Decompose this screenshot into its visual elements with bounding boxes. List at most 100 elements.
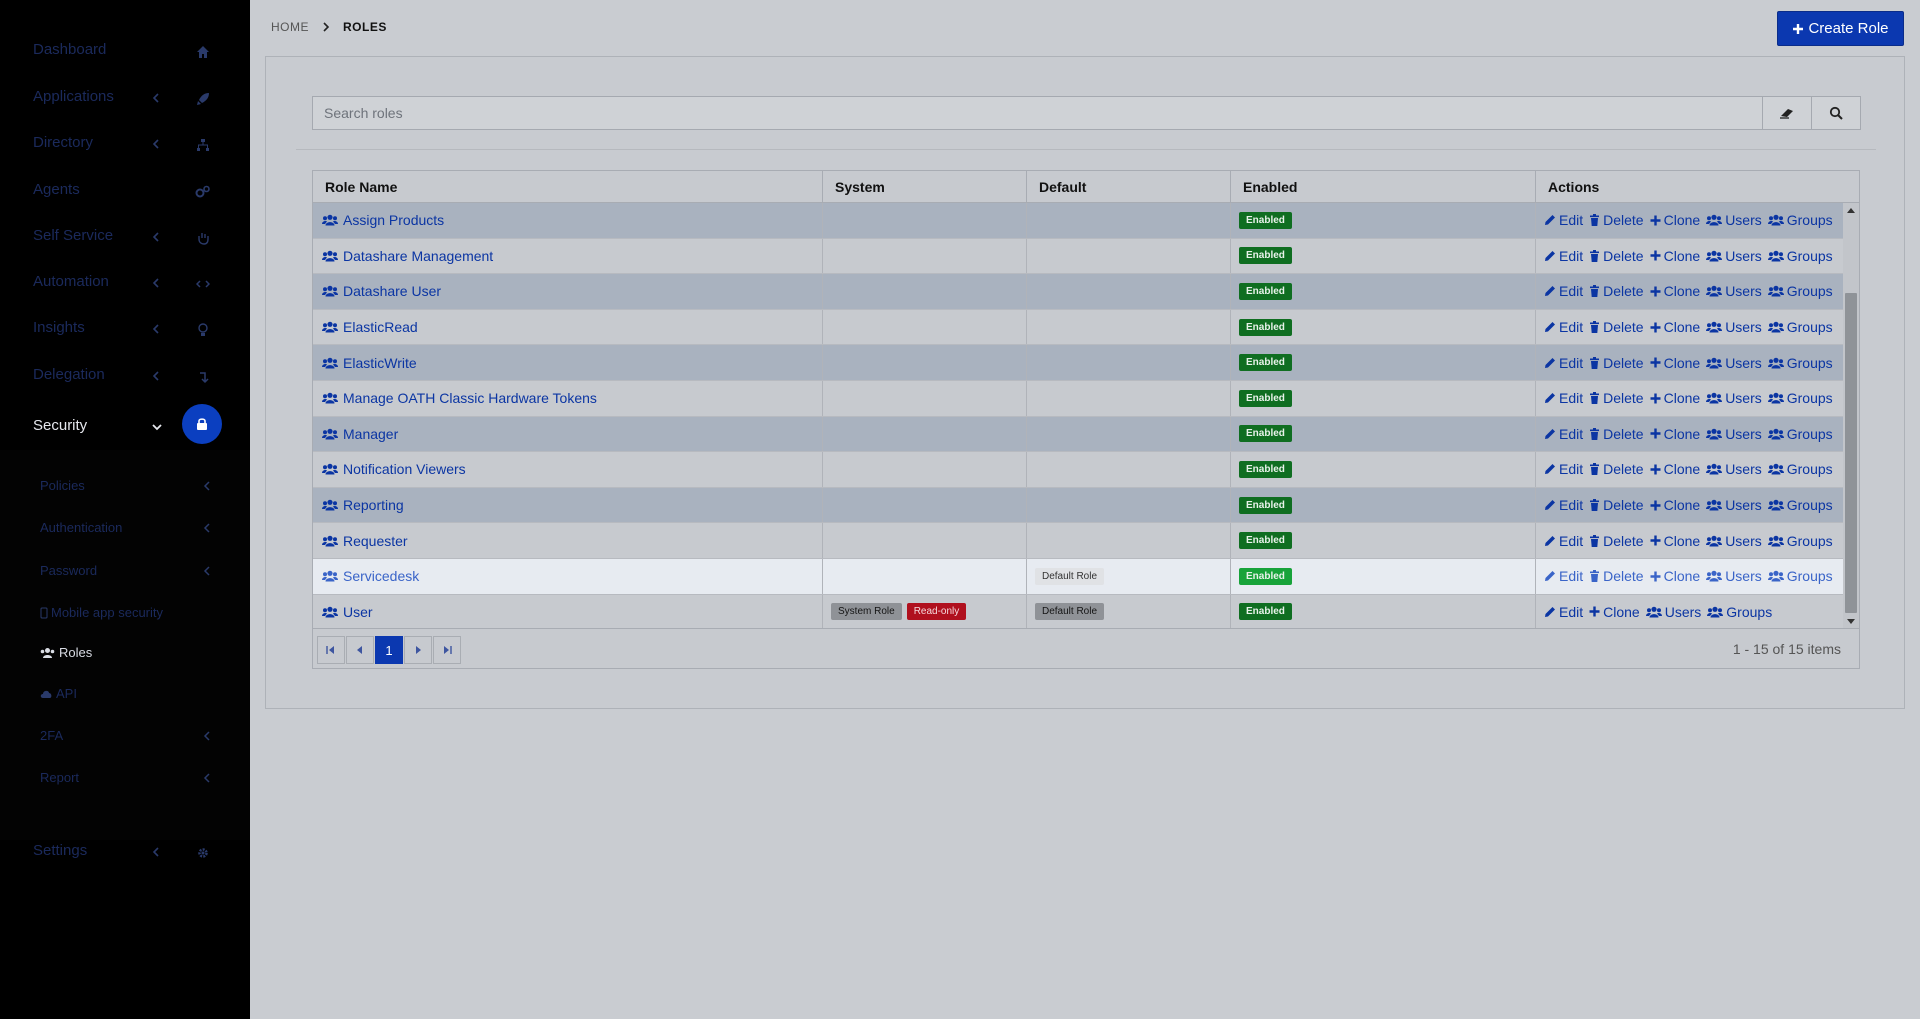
groups-action[interactable]: Groups <box>1767 355 1833 371</box>
prev-page-button[interactable] <box>346 636 374 664</box>
role-name-link[interactable]: Servicedesk <box>322 568 419 584</box>
breadcrumb-home[interactable]: HOME <box>271 20 309 34</box>
users-action[interactable]: Users <box>1706 212 1762 228</box>
users-action[interactable]: Users <box>1706 319 1762 335</box>
edit-action[interactable]: Edit <box>1544 248 1583 264</box>
edit-action[interactable]: Edit <box>1544 497 1583 513</box>
clone-action[interactable]: Clone <box>1650 319 1700 335</box>
sidebar-item-insights[interactable]: Insights <box>0 310 250 350</box>
submenu-item-api[interactable]: API <box>0 678 250 712</box>
submenu-item-policies[interactable]: Policies <box>0 470 250 504</box>
sidebar-item-directory[interactable]: Directory <box>0 125 250 165</box>
sidebar-item-self-service[interactable]: Self Service <box>0 218 250 258</box>
delete-action[interactable]: Delete <box>1589 283 1644 299</box>
column-header-system[interactable]: System <box>823 171 1027 203</box>
clone-action[interactable]: Clone <box>1650 283 1700 299</box>
search-button[interactable] <box>1811 96 1861 130</box>
users-action[interactable]: Users <box>1706 568 1762 584</box>
table-row[interactable]: User System Role Read-only Default Role Enab… <box>313 594 1843 628</box>
clone-action[interactable]: Clone <box>1650 533 1700 549</box>
delete-action[interactable]: Delete <box>1589 212 1644 228</box>
clear-search-button[interactable] <box>1762 96 1812 130</box>
grid-scrollbar[interactable] <box>1843 203 1859 628</box>
sidebar-item-delegation[interactable]: Delegation <box>0 357 250 397</box>
role-name-link[interactable]: User <box>322 604 373 620</box>
submenu-item-roles[interactable]: Roles <box>0 637 250 671</box>
groups-action[interactable]: Groups <box>1707 604 1772 620</box>
users-action[interactable]: Users <box>1706 283 1762 299</box>
role-name-link[interactable]: Assign Products <box>322 212 444 228</box>
clone-action[interactable]: Clone <box>1650 248 1700 264</box>
clone-action[interactable]: Clone <box>1650 497 1700 513</box>
groups-action[interactable]: Groups <box>1767 248 1833 264</box>
sidebar-item-applications[interactable]: Applications <box>0 79 250 119</box>
column-header-default[interactable]: Default <box>1027 171 1231 203</box>
table-row[interactable]: Manage OATH Classic Hardware Tokens Enabl… <box>313 380 1843 417</box>
table-row[interactable]: Requester Enabled Edit Delete Clone Users Grou… <box>313 523 1843 559</box>
table-row[interactable]: Servicedesk Default Role Enabled Edit Delete… <box>313 558 1843 595</box>
column-header-role-name[interactable]: Role Name <box>313 171 823 203</box>
table-row[interactable]: Reporting Enabled Edit Delete Clone Users Grou… <box>313 487 1843 524</box>
submenu-item-mobile-app-security[interactable]: Mobile app security <box>0 597 250 631</box>
scroll-up-arrow[interactable] <box>1843 203 1859 217</box>
role-name-link[interactable]: Reporting <box>322 497 404 513</box>
role-name-link[interactable]: Datashare User <box>322 283 441 299</box>
delete-action[interactable]: Delete <box>1589 390 1644 406</box>
edit-action[interactable]: Edit <box>1544 283 1583 299</box>
delete-action[interactable]: Delete <box>1589 355 1644 371</box>
edit-action[interactable]: Edit <box>1544 604 1583 620</box>
edit-action[interactable]: Edit <box>1544 461 1583 477</box>
delete-action[interactable]: Delete <box>1589 568 1644 584</box>
table-row[interactable]: Datashare User Enabled Edit Delete Clone User… <box>313 274 1843 310</box>
users-action[interactable]: Users <box>1706 461 1762 477</box>
submenu-item-2fa[interactable]: 2FA <box>0 720 250 754</box>
clone-action[interactable]: Clone <box>1650 212 1700 228</box>
table-row[interactable]: Manager Enabled Edit Delete Clone Users Groups <box>313 416 1843 453</box>
sidebar-item-dashboard[interactable]: Dashboard <box>0 32 250 72</box>
submenu-item-password[interactable]: Password <box>0 555 250 589</box>
groups-action[interactable]: Groups <box>1767 533 1833 549</box>
delete-action[interactable]: Delete <box>1589 319 1644 335</box>
delete-action[interactable]: Delete <box>1589 533 1644 549</box>
edit-action[interactable]: Edit <box>1544 533 1583 549</box>
users-action[interactable]: Users <box>1706 355 1762 371</box>
clone-action[interactable]: Clone <box>1650 355 1700 371</box>
table-row[interactable]: Datashare Management Enabled Edit Delete Clo… <box>313 238 1843 275</box>
column-header-enabled[interactable]: Enabled <box>1231 171 1536 203</box>
users-action[interactable]: Users <box>1706 426 1762 442</box>
delete-action[interactable]: Delete <box>1589 497 1644 513</box>
role-name-link[interactable]: Datashare Management <box>322 248 493 264</box>
clone-action[interactable]: Clone <box>1650 461 1700 477</box>
search-input[interactable] <box>313 97 1762 129</box>
users-action[interactable]: Users <box>1706 248 1762 264</box>
page-number-button[interactable]: 1 <box>375 636 403 664</box>
clone-action[interactable]: Clone <box>1650 426 1700 442</box>
groups-action[interactable]: Groups <box>1767 283 1833 299</box>
groups-action[interactable]: Groups <box>1767 319 1833 335</box>
groups-action[interactable]: Groups <box>1767 568 1833 584</box>
edit-action[interactable]: Edit <box>1544 426 1583 442</box>
role-name-link[interactable]: Notification Viewers <box>322 461 466 477</box>
create-role-button[interactable]: Create Role <box>1777 11 1904 46</box>
groups-action[interactable]: Groups <box>1767 497 1833 513</box>
groups-action[interactable]: Groups <box>1767 461 1833 477</box>
edit-action[interactable]: Edit <box>1544 390 1583 406</box>
sidebar-item-automation[interactable]: Automation <box>0 264 250 304</box>
groups-action[interactable]: Groups <box>1767 390 1833 406</box>
role-name-link[interactable]: Manage OATH Classic Hardware Tokens <box>322 390 597 406</box>
clone-action[interactable]: Clone <box>1650 568 1700 584</box>
delete-action[interactable]: Delete <box>1589 426 1644 442</box>
users-action[interactable]: Users <box>1706 533 1762 549</box>
table-row[interactable]: Assign Products Enabled Edit Delete Clone Use… <box>313 203 1843 239</box>
edit-action[interactable]: Edit <box>1544 355 1583 371</box>
users-action[interactable]: Users <box>1645 604 1701 620</box>
last-page-button[interactable] <box>433 636 461 664</box>
role-name-link[interactable]: Manager <box>322 426 398 442</box>
table-row[interactable]: Notification Viewers Enabled Edit Delete Clo… <box>313 452 1843 488</box>
submenu-item-authentication[interactable]: Authentication <box>0 512 250 546</box>
users-action[interactable]: Users <box>1706 497 1762 513</box>
scroll-down-arrow[interactable] <box>1843 614 1859 628</box>
edit-action[interactable]: Edit <box>1544 319 1583 335</box>
sidebar-item-agents[interactable]: Agents <box>0 172 250 212</box>
first-page-button[interactable] <box>317 636 345 664</box>
